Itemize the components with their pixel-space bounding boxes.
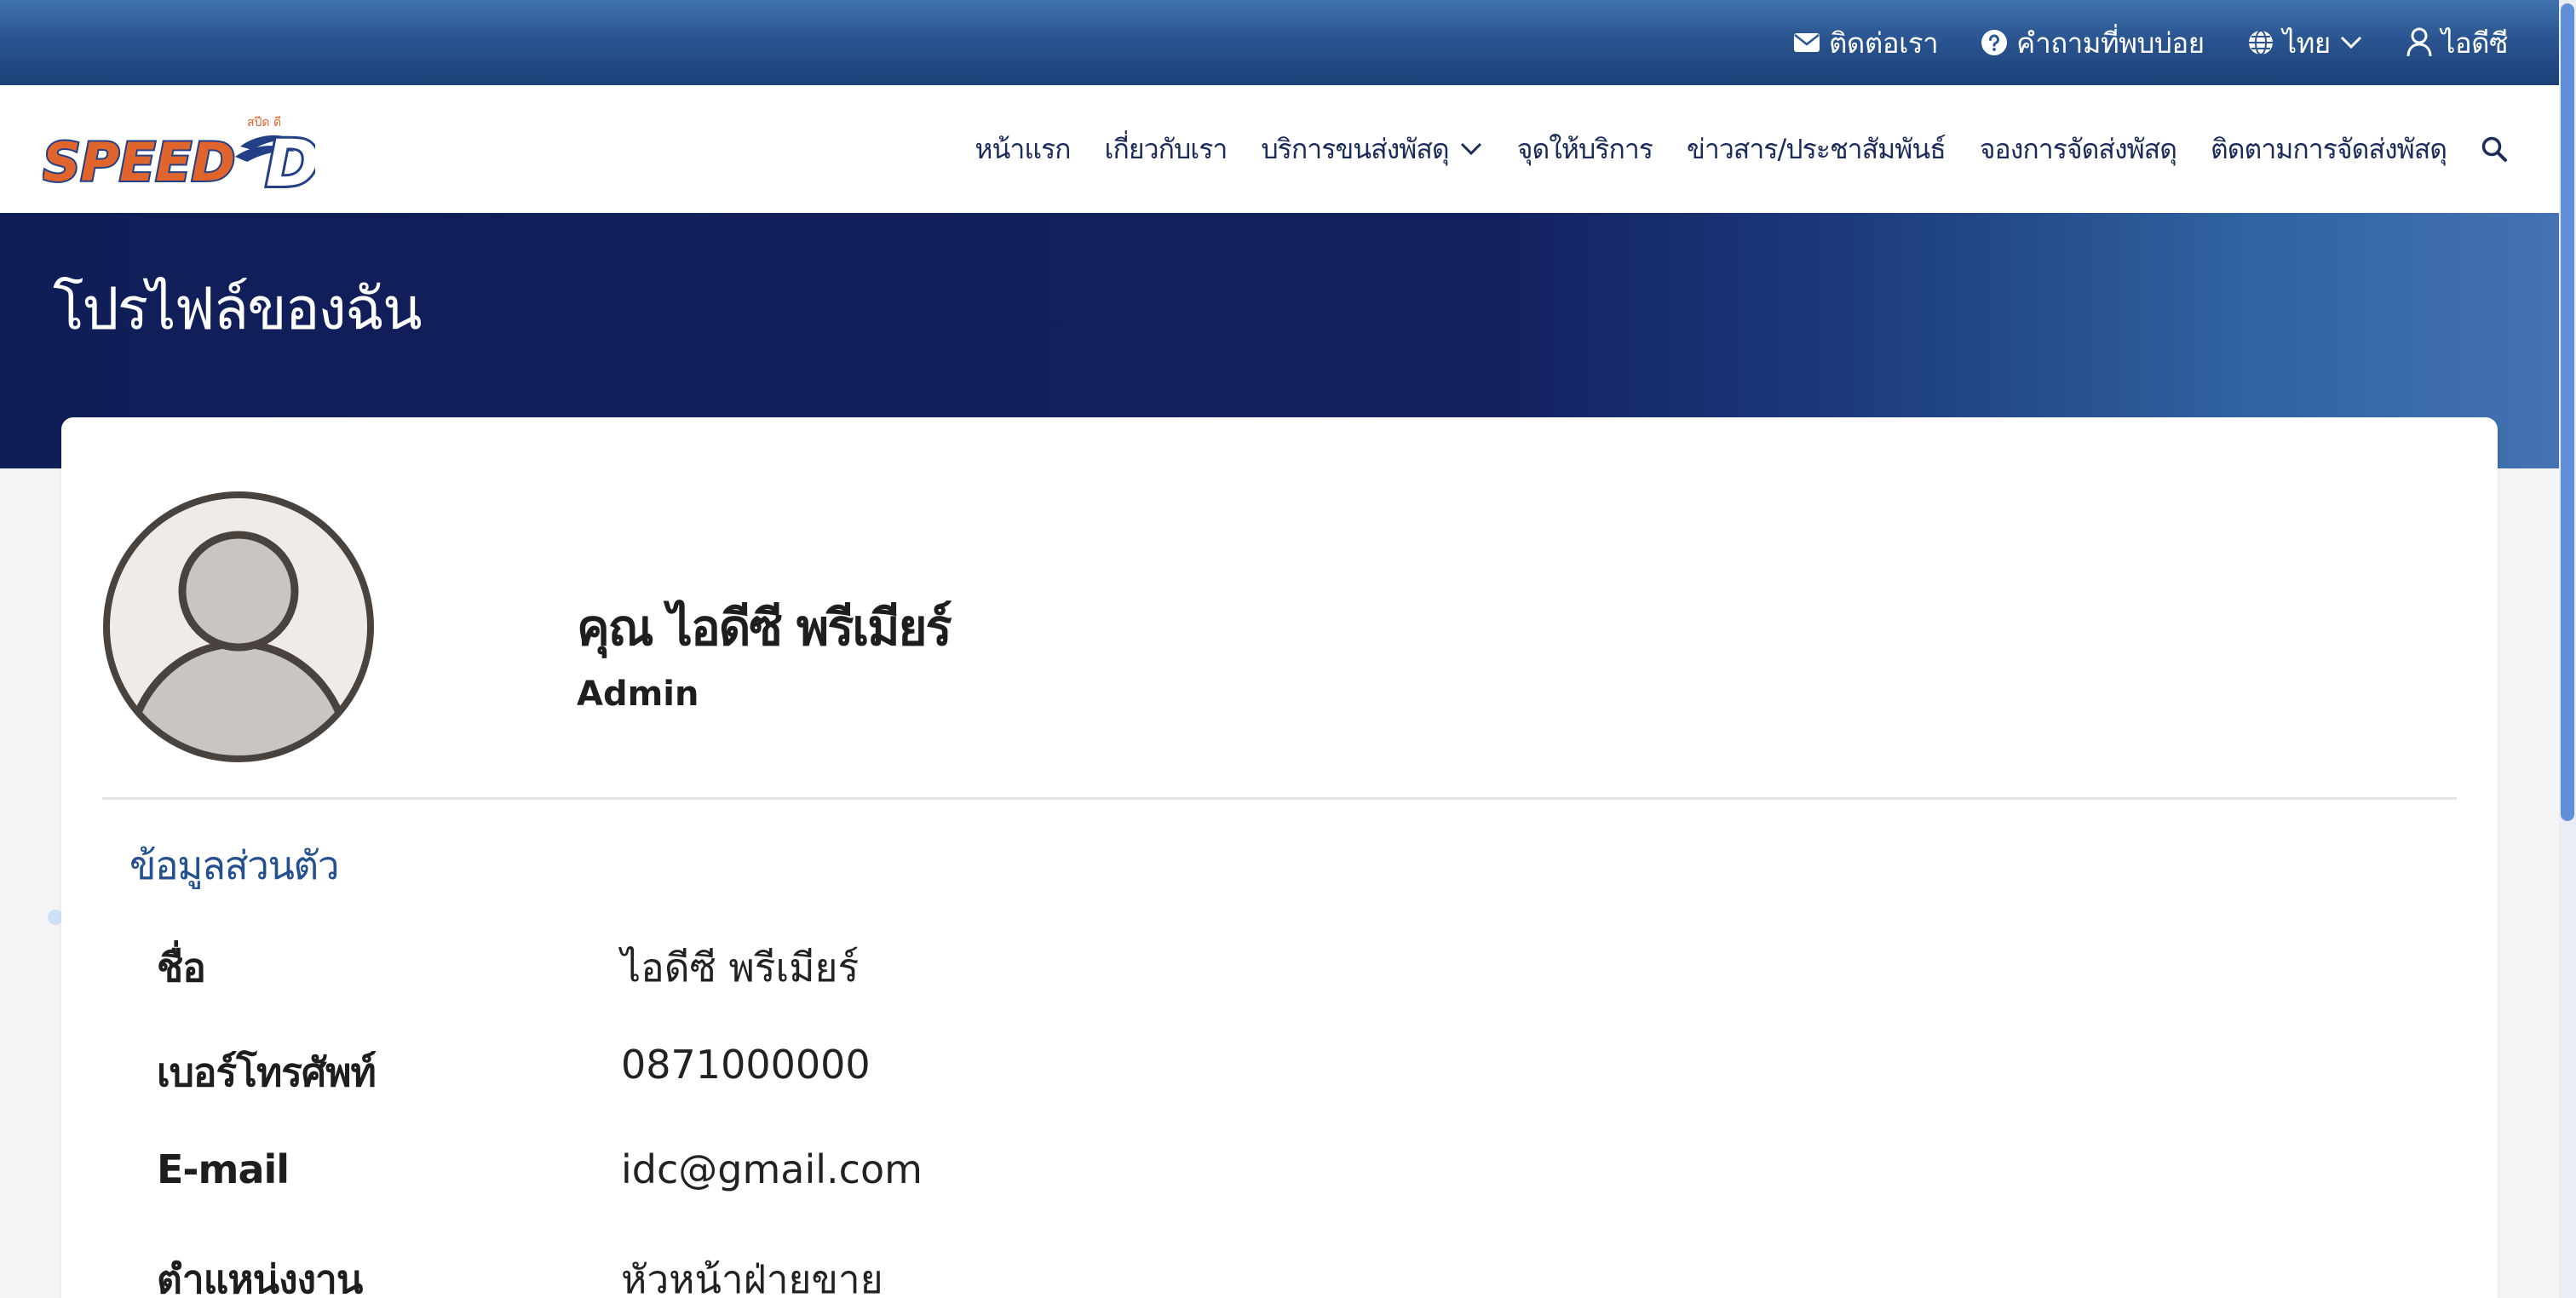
contact-link[interactable]: ติดต่อเรา <box>1793 20 1939 66</box>
profile-card: คุณ ไอดีซี พรีเมียร์ Admin ข้อมูลส่วนตัว… <box>61 417 2498 1298</box>
info-label: E-mail <box>157 1146 290 1192</box>
user-avatar-icon <box>103 491 374 762</box>
info-label: เบอร์โทรศัพท์ <box>157 1049 377 1095</box>
svg-text:SPEED: SPEED <box>43 131 235 189</box>
nav-book-shipment[interactable]: จองการจัดส่งพัสดุ <box>1980 128 2177 171</box>
info-value: idc@gmail.com <box>621 1146 923 1192</box>
profile-name: คุณ ไอดีซี พรีเมียร์ <box>577 599 952 657</box>
info-row-position: ตำแหน่งงาน หัวหน้าฝ่ายขาย <box>157 1249 1435 1298</box>
globe-icon <box>2248 30 2273 55</box>
info-row-phone: เบอร์โทรศัพท์ 0871000000 <box>157 1042 1435 1101</box>
scrollbar-thumb[interactable] <box>2561 3 2574 821</box>
contact-label: ติดต่อเรา <box>1828 26 1939 60</box>
user-icon <box>2406 27 2432 57</box>
search-icon <box>2481 136 2507 162</box>
nav-news[interactable]: ข่าวสาร/ประชาสัมพันธ์ <box>1687 128 1946 171</box>
question-circle-icon <box>1981 30 2008 55</box>
avatar[interactable] <box>102 491 375 763</box>
info-value: 0871000000 <box>621 1042 871 1088</box>
info-label: ชื่อ <box>157 945 206 991</box>
profile-role: Admin <box>577 675 699 714</box>
speed-d-logo[interactable]: SPEED D สปีด ดี <box>41 112 322 204</box>
envelope-icon <box>1793 33 1820 52</box>
info-label: ตำแหน่งงาน <box>157 1256 363 1298</box>
chevron-down-icon <box>1460 142 1481 156</box>
chevron-down-icon <box>2340 36 2361 49</box>
section-title-personal-info: ข้อมูลส่วนตัว <box>129 842 340 888</box>
info-row-name: ชื่อ ไอดีซี พรีเมียร์ <box>157 937 1435 996</box>
user-label: ไอดีซี <box>2441 26 2509 60</box>
nav-service-points[interactable]: จุดให้บริการ <box>1517 128 1653 171</box>
svg-text:สปีด ดี: สปีด ดี <box>247 116 281 129</box>
info-value: หัวหน้าฝ่ายขาย <box>621 1256 883 1298</box>
faq-label: คำถามที่พบบ่อย <box>2016 26 2205 60</box>
nav-home[interactable]: หน้าแรก <box>975 128 1071 171</box>
top-utility-bar: ติดต่อเรา คำถามที่พบบ่อย ไทย ไอดีซี <box>0 0 2559 85</box>
primary-nav: หน้าแรก เกี่ยวกับเรา บริการขนส่งพัสดุ จุ… <box>975 85 2508 213</box>
divider <box>102 797 2457 800</box>
svg-text:D: D <box>266 125 315 189</box>
page-scrollbar[interactable] <box>2559 0 2576 1298</box>
search-button[interactable] <box>2481 135 2508 163</box>
nav-about[interactable]: เกี่ยวกับเรา <box>1105 128 1228 171</box>
info-row-email: E-mail idc@gmail.com <box>157 1146 1435 1206</box>
nav-track-shipment[interactable]: ติดตามการจัดส่งพัสดุ <box>2211 128 2447 171</box>
page-title: โปรไฟล์ของฉัน <box>53 276 423 343</box>
nav-services[interactable]: บริการขนส่งพัสดุ <box>1261 128 1482 171</box>
info-value: ไอดีซี พรีเมียร์ <box>621 945 860 991</box>
user-menu[interactable]: ไอดีซี <box>2406 20 2509 66</box>
language-selector[interactable]: ไทย <box>2247 20 2363 66</box>
faq-link[interactable]: คำถามที่พบบ่อย <box>1981 20 2205 66</box>
main-navbar: SPEED D สปีด ดี หน้าแรก เกี่ยวกับเรา บริ… <box>0 85 2559 213</box>
language-label: ไทย <box>2282 26 2332 60</box>
